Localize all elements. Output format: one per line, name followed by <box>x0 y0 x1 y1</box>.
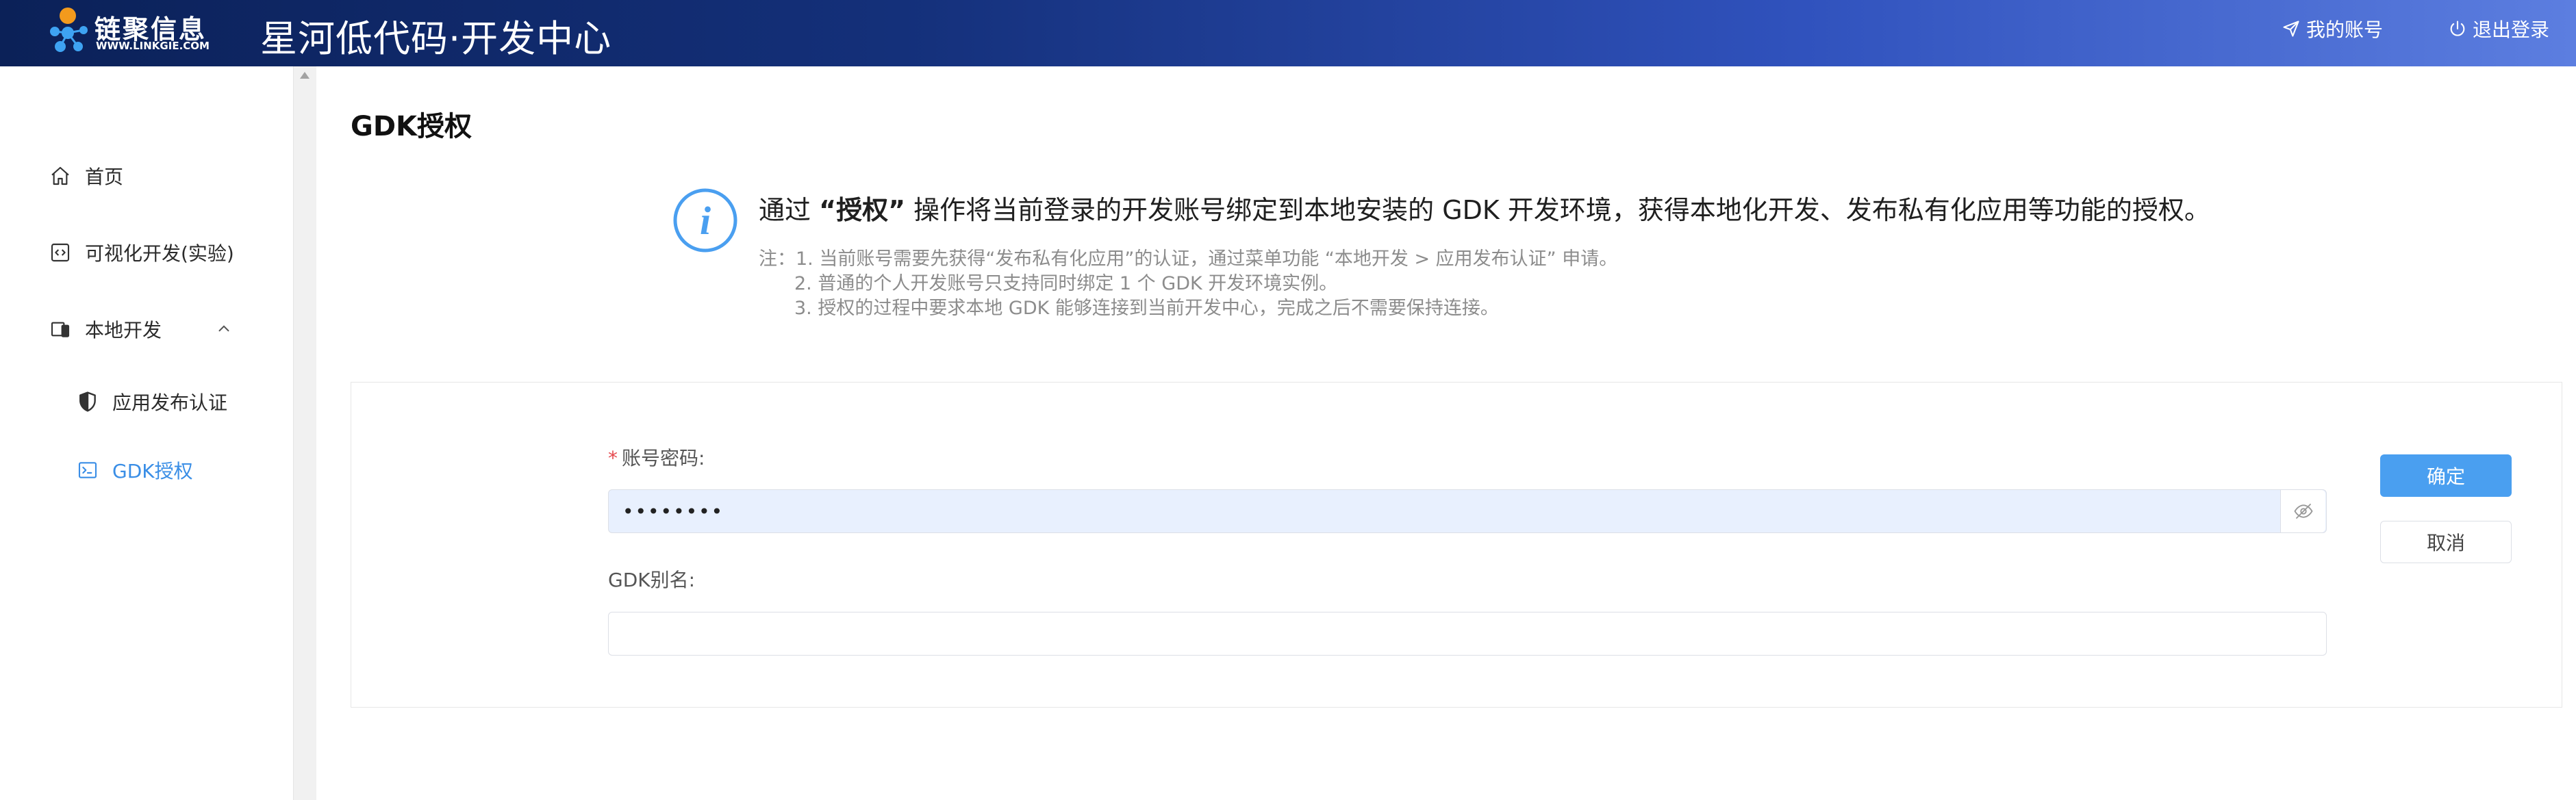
company-logo[interactable]: 链聚信息 WWW.LINKGIE.COM <box>45 4 230 56</box>
sidebar: 首页 可视化开发(实验) 本地开发 应用发布认证 GDK授权 <box>0 66 293 800</box>
top-header: 链聚信息 WWW.LINKGIE.COM 星河低代码·开发中心 我的账号 退出登… <box>0 0 2576 66</box>
toggle-password-visibility[interactable] <box>2280 490 2325 532</box>
auth-description-suffix: 操作将当前登录的开发账号绑定到本地安装的 GDK 开发环境，获得本地化开发、发布… <box>905 195 2210 225</box>
sidebar-item-app-publish-cert[interactable]: 应用发布认证 <box>0 380 293 424</box>
page-title: GDK授权 <box>351 111 472 142</box>
sidebar-item-local-dev[interactable]: 本地开发 <box>0 307 293 351</box>
terminal-icon <box>75 458 100 482</box>
app-title: 星河低代码·开发中心 <box>260 17 612 60</box>
home-icon <box>48 164 73 188</box>
password-input[interactable] <box>608 489 2327 533</box>
chevron-up-icon <box>218 325 229 332</box>
code-icon <box>48 240 73 265</box>
gdk-auth-form-card <box>351 382 2562 708</box>
password-label: * 账号密码: <box>608 443 705 471</box>
svg-text:i: i <box>700 198 711 243</box>
logo-mark-icon <box>50 8 88 52</box>
logout-label: 退出登录 <box>2473 18 2550 41</box>
my-account-label: 我的账号 <box>2306 18 2384 41</box>
sidebar-scrollbar[interactable] <box>293 66 316 800</box>
power-icon <box>2450 21 2465 36</box>
password-label-text: 账号密码: <box>622 447 705 469</box>
eye-hidden-icon <box>2293 504 2313 519</box>
my-account-link[interactable]: 我的账号 <box>2282 15 2383 42</box>
sidebar-item-label: 应用发布认证 <box>112 391 228 414</box>
devices-icon <box>48 317 73 341</box>
sidebar-item-home[interactable]: 首页 <box>0 154 293 198</box>
note-line-1: 注：1. 当前账号需要先获得“发布私有化应用”的认证，通过菜单功能 “本地开发 … <box>759 248 1618 270</box>
auth-description-keyword: “授权” <box>819 195 906 225</box>
note-line-3: 3. 授权的过程中要求本地 GDK 能够连接到当前开发中心，完成之后不需要保持连… <box>794 298 1499 319</box>
confirm-button[interactable]: 确定 <box>2380 454 2512 497</box>
cancel-button[interactable]: 取消 <box>2380 521 2512 563</box>
auth-description: 通过 “授权” 操作将当前登录的开发账号绑定到本地安装的 GDK 开发环境，获得… <box>759 189 2210 227</box>
required-asterisk: * <box>608 447 618 469</box>
sidebar-item-label: GDK授权 <box>112 460 193 482</box>
logo-url-text: WWW.LINKGIE.COM <box>96 40 210 52</box>
info-icon: i <box>673 188 737 253</box>
gdk-alias-input[interactable] <box>608 612 2327 656</box>
sidebar-item-label: 可视化开发(实验) <box>85 242 234 265</box>
scroll-up-arrow-icon[interactable] <box>300 72 310 79</box>
logout-link[interactable]: 退出登录 <box>2448 15 2549 42</box>
sidebar-item-label: 首页 <box>85 166 124 188</box>
sidebar-item-visual-dev[interactable]: 可视化开发(实验) <box>0 231 293 274</box>
note-line-2: 2. 普通的个人开发账号只支持同时绑定 1 个 GDK 开发环境实例。 <box>794 273 1338 294</box>
auth-description-prefix: 通过 <box>759 195 820 225</box>
shield-icon <box>75 389 100 414</box>
gdk-alias-label: GDK别名: <box>608 569 696 591</box>
sidebar-item-label: 本地开发 <box>85 319 162 341</box>
send-icon <box>2283 21 2299 37</box>
sidebar-item-gdk-auth[interactable]: GDK授权 <box>0 448 293 492</box>
